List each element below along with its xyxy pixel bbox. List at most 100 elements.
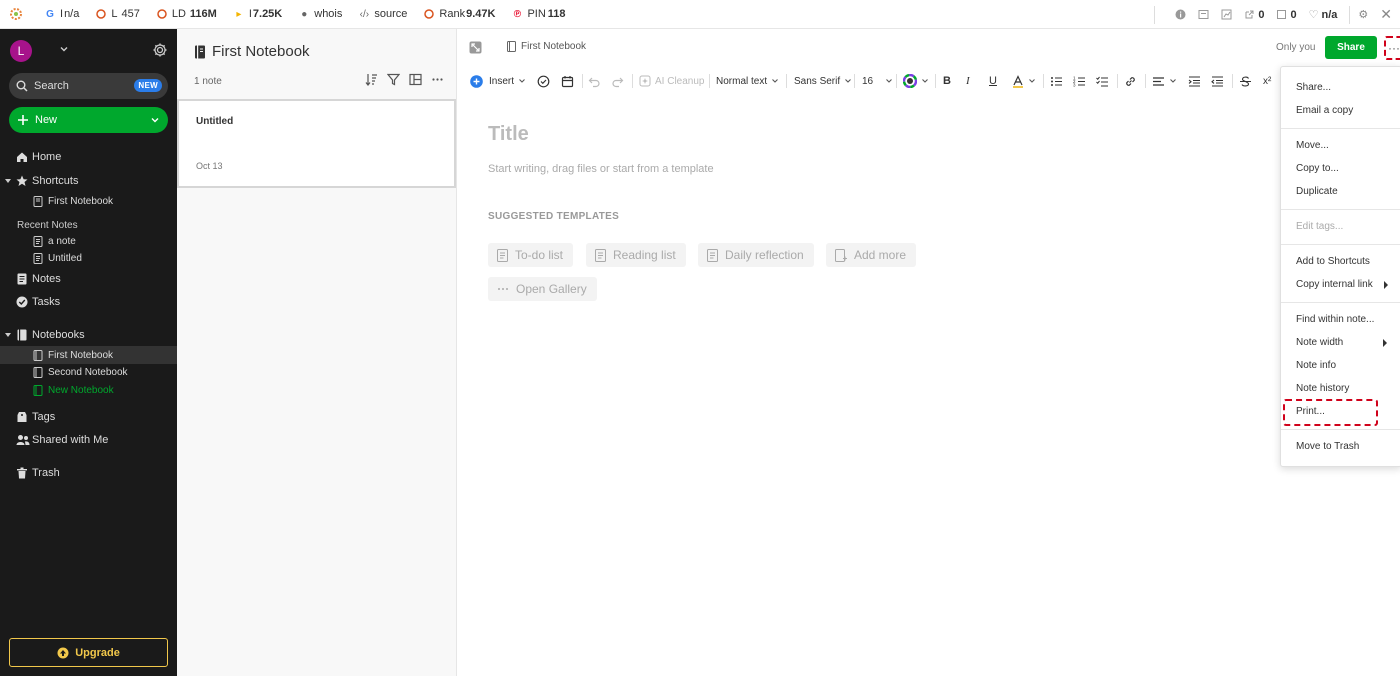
text-style-select[interactable]: Normal text: [716, 69, 779, 93]
menu-item-print[interactable]: Print...: [1296, 406, 1325, 417]
outdent-icon[interactable]: [1211, 69, 1224, 93]
menu-item-note-history[interactable]: Note history: [1296, 383, 1349, 394]
font-family-select[interactable]: Sans Serif: [794, 69, 852, 93]
task-icon[interactable]: [537, 69, 550, 93]
filter-icon[interactable]: [387, 73, 400, 86]
notebook-item-new[interactable]: New Notebook: [0, 381, 177, 399]
seo-bing-index[interactable]: ▸ I 7.25K: [233, 8, 282, 20]
menu-item-edit-tags[interactable]: Edit tags...: [1296, 221, 1343, 232]
link-icon[interactable]: [1124, 69, 1137, 93]
breadcrumb[interactable]: First Notebook: [507, 41, 586, 52]
info-icon[interactable]: [1175, 9, 1186, 20]
sidebar-item-trash[interactable]: Trash: [0, 464, 177, 482]
upgrade-icon: [57, 647, 69, 658]
sidebar-item-notes[interactable]: Notes: [0, 270, 177, 288]
template-icon: [595, 248, 606, 262]
avatar[interactable]: L: [10, 40, 32, 62]
calendar-icon[interactable]: [561, 69, 574, 93]
caret-down-icon[interactable]: [4, 175, 12, 187]
menu-item-move-to-trash[interactable]: Move to Trash: [1296, 441, 1359, 452]
people-icon: [16, 434, 30, 446]
template-daily-reflection[interactable]: Daily reflection: [698, 243, 814, 267]
note-card[interactable]: Untitled Oct 13: [177, 99, 456, 188]
close-icon[interactable]: ✕: [1380, 6, 1392, 23]
text-color-button[interactable]: [903, 69, 929, 93]
chevron-down-icon[interactable]: [150, 115, 160, 125]
recent-note-item[interactable]: Untitled: [0, 249, 177, 267]
template-open-gallery[interactable]: Open Gallery: [488, 277, 597, 301]
underline-icon[interactable]: U: [989, 69, 997, 93]
menu-item-find-within-note[interactable]: Find within note...: [1296, 314, 1374, 325]
template-todo-list[interactable]: To-do list: [488, 243, 574, 267]
align-button[interactable]: [1152, 69, 1177, 93]
seo-external-links[interactable]: 0: [1244, 9, 1264, 21]
seo-rank[interactable]: Rank 9.47K: [423, 8, 495, 20]
template-icon: [497, 248, 508, 262]
more-horizontal-icon[interactable]: [431, 73, 444, 86]
menu-item-add-shortcuts[interactable]: Add to Shortcuts: [1296, 256, 1370, 267]
sidebar-item-tags[interactable]: Tags: [0, 408, 177, 426]
menu-item-share[interactable]: Share...: [1296, 82, 1331, 93]
notebook-icon: [33, 349, 43, 361]
chart-icon[interactable]: [1221, 9, 1232, 20]
numbered-list-icon[interactable]: 123: [1073, 69, 1086, 93]
sidebar-item-shortcuts[interactable]: Shortcuts: [0, 172, 177, 190]
template-add-more[interactable]: Add more: [826, 243, 917, 267]
menu-item-move[interactable]: Move...: [1296, 140, 1329, 151]
layout-icon[interactable]: [409, 73, 422, 86]
recent-note-item[interactable]: a note: [0, 232, 177, 250]
more-horizontal-icon: [498, 288, 508, 290]
menu-item-note-info[interactable]: Note info: [1296, 360, 1336, 371]
notebook-item-second[interactable]: Second Notebook: [0, 363, 177, 381]
seo-heart[interactable]: ♡ n/a: [1309, 8, 1338, 22]
title-placeholder[interactable]: Title: [488, 123, 529, 146]
more-actions-button[interactable]: ···: [1384, 36, 1400, 60]
sidebar-item-tasks[interactable]: Tasks: [0, 293, 177, 311]
bold-icon[interactable]: B: [943, 69, 951, 93]
italic-icon[interactable]: I: [966, 69, 970, 93]
upgrade-button[interactable]: Upgrade: [9, 638, 168, 667]
menu-item-note-width[interactable]: Note width: [1296, 337, 1343, 348]
template-reading-list[interactable]: Reading list: [586, 243, 686, 267]
sidebar-item-shared[interactable]: Shared with Me: [0, 431, 177, 449]
sort-icon[interactable]: [365, 73, 378, 86]
shortcut-item[interactable]: First Notebook: [0, 192, 177, 210]
bullet-list-icon[interactable]: [1050, 69, 1063, 93]
share-button[interactable]: Share: [1325, 36, 1377, 59]
seo-internal-links[interactable]: 0: [1276, 9, 1297, 21]
seoquake-logo-icon[interactable]: [4, 2, 28, 26]
menu-item-email-copy[interactable]: Email a copy: [1296, 105, 1353, 116]
strikethrough-icon[interactable]: [1239, 69, 1252, 93]
chevron-down-icon[interactable]: [59, 44, 69, 54]
menu-item-duplicate[interactable]: Duplicate: [1296, 186, 1338, 197]
new-note-button[interactable]: New: [9, 107, 168, 133]
highlight-button[interactable]: [1012, 69, 1036, 93]
body-placeholder[interactable]: Start writing, drag files or start from …: [488, 163, 714, 175]
notebook-item-first[interactable]: First Notebook: [0, 346, 177, 364]
seo-whois[interactable]: ● whois: [298, 8, 342, 20]
seo-linking-domains[interactable]: LD 116M: [156, 8, 217, 20]
checklist-icon[interactable]: [1096, 69, 1109, 93]
undo-icon[interactable]: [588, 69, 601, 93]
redo-icon[interactable]: [611, 69, 624, 93]
insert-button[interactable]: Insert: [470, 69, 526, 93]
menu-item-copy-internal-link[interactable]: Copy internal link: [1296, 279, 1373, 290]
ai-cleanup-button[interactable]: AI Cleanup: [639, 69, 704, 93]
expand-icon[interactable]: [469, 41, 482, 54]
sidebar-item-notebooks[interactable]: Notebooks: [0, 326, 177, 344]
search-button[interactable]: Search NEW: [9, 73, 168, 99]
sidebar-item-home[interactable]: Home: [0, 148, 177, 166]
seo-google-index[interactable]: G In/a: [44, 8, 79, 20]
menu-item-copy-to[interactable]: Copy to...: [1296, 163, 1339, 174]
indent-icon[interactable]: [1188, 69, 1201, 93]
gear-icon[interactable]: [152, 42, 168, 58]
seo-source[interactable]: ‹/› source: [358, 8, 408, 20]
svg-text:3: 3: [1073, 82, 1076, 87]
settings-icon[interactable]: ⚙: [1358, 8, 1368, 21]
page-icon[interactable]: [1198, 9, 1209, 20]
seo-links[interactable]: L 457: [95, 8, 140, 20]
seo-pinterest[interactable]: ℗ PIN 118: [511, 8, 566, 20]
superscript-button[interactable]: x²: [1263, 69, 1271, 93]
caret-down-icon[interactable]: [4, 329, 12, 341]
font-size-select[interactable]: 16: [862, 69, 893, 93]
